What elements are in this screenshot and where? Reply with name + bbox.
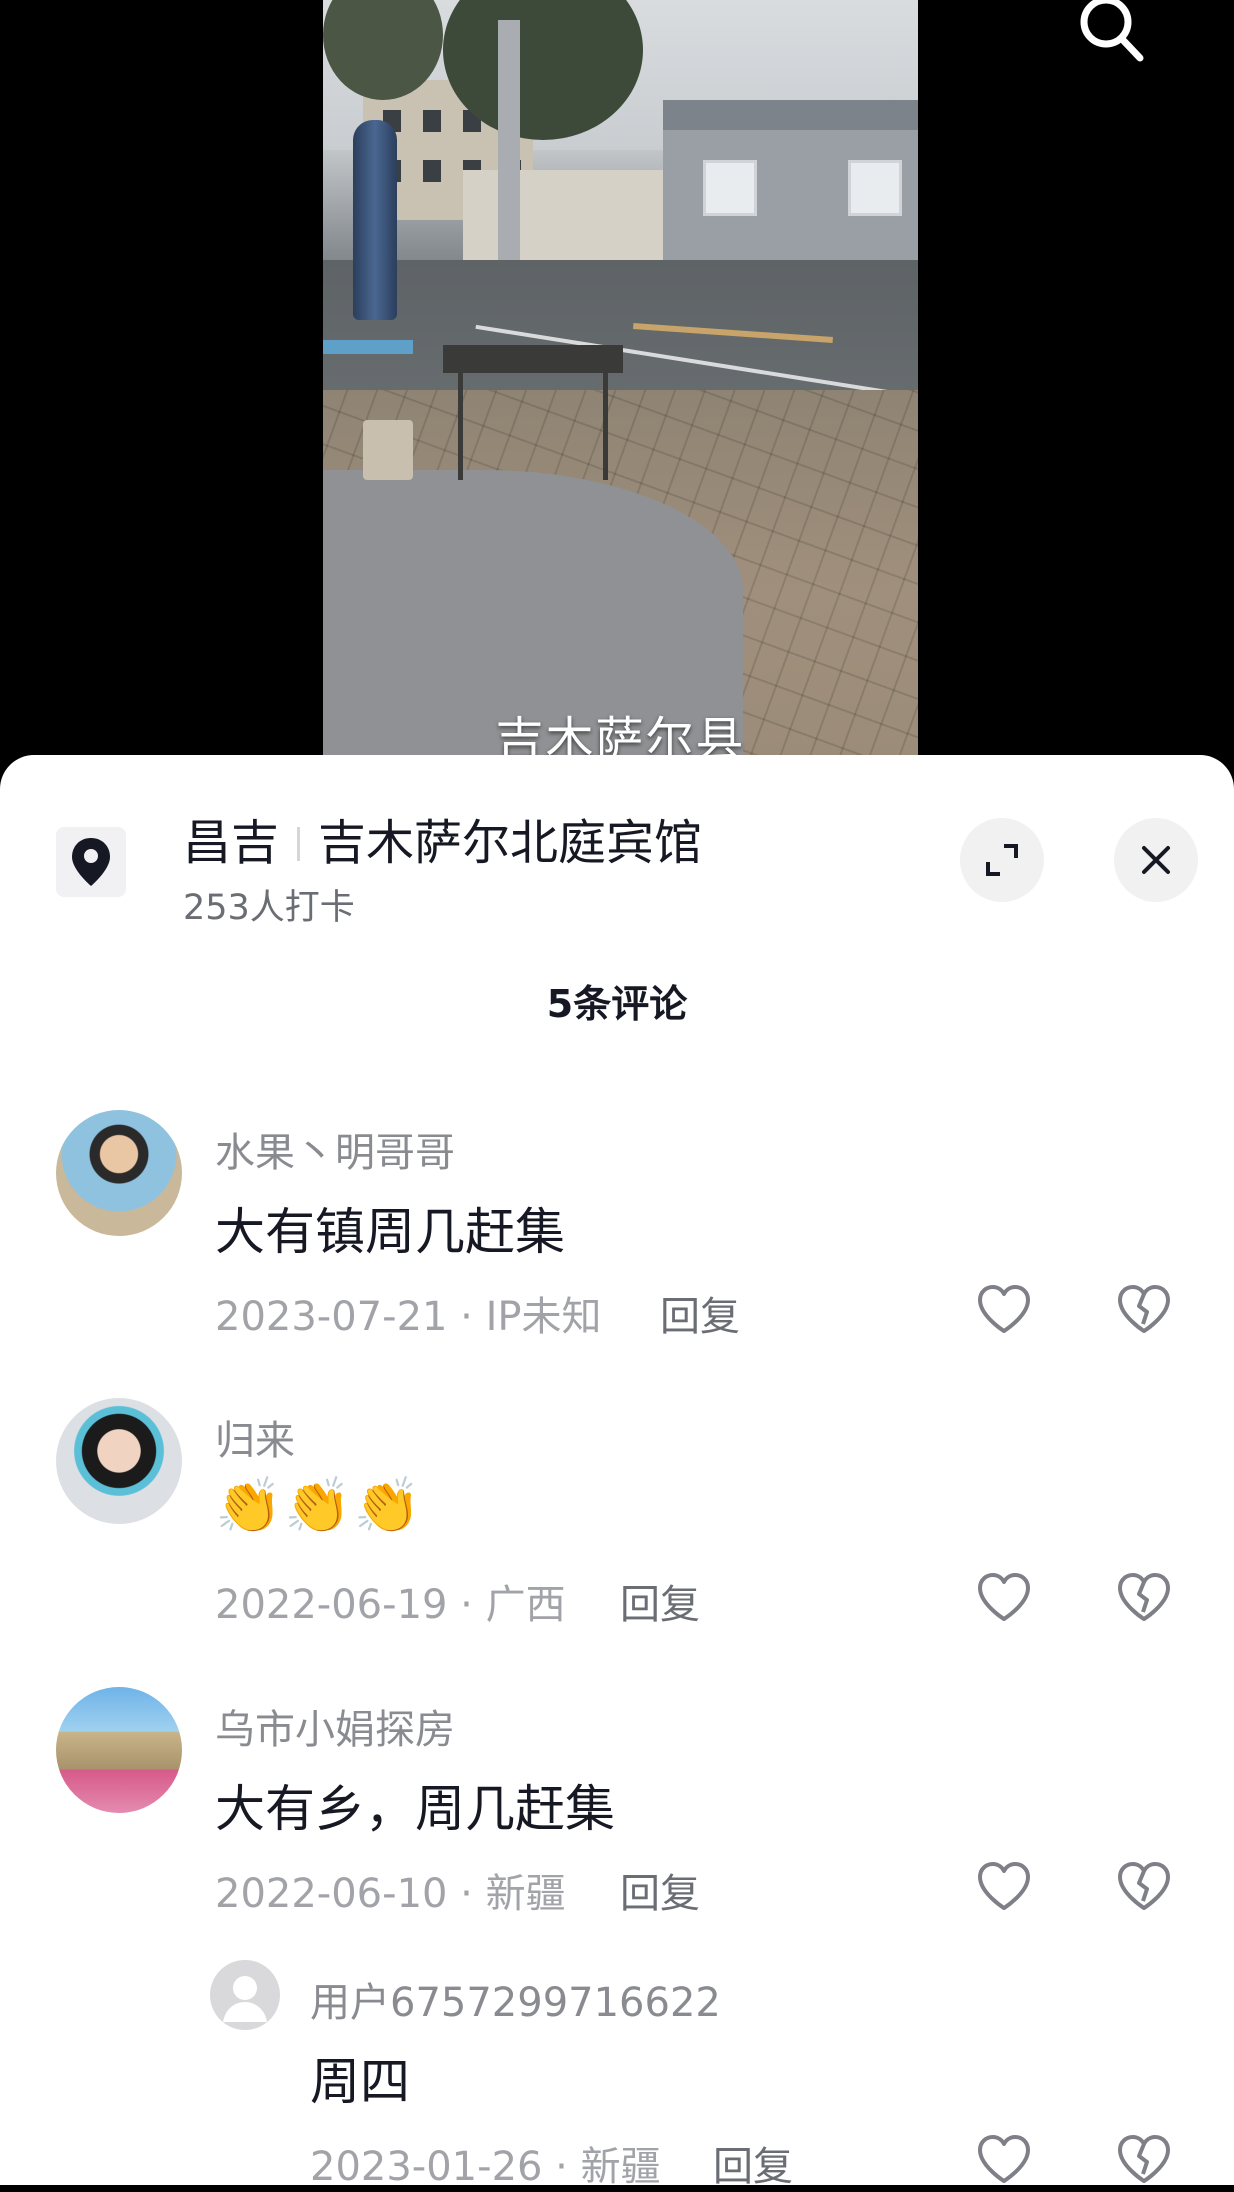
dislike-button[interactable] (1114, 1857, 1174, 1917)
close-button[interactable] (1114, 818, 1198, 902)
comment-item: 归来 👏👏👏 2022-06-19 · 广西 回复 (0, 1398, 1234, 1638)
video-table (323, 340, 413, 354)
comment-text: 👏👏👏 (215, 1474, 423, 1537)
poi-title-divider (297, 827, 301, 861)
meta-separator: · (447, 1294, 486, 1340)
avatar[interactable] (56, 1398, 182, 1524)
comment-text: 大有乡，周几赶集 (215, 1780, 615, 1838)
video-building-middle (463, 170, 673, 260)
like-button[interactable] (974, 2130, 1034, 2190)
heart-icon (978, 1862, 1030, 1910)
expand-button[interactable] (960, 818, 1044, 902)
search-button[interactable] (1070, 0, 1150, 70)
broken-heart-icon (1118, 1573, 1170, 1621)
reply-button[interactable]: 回复 (620, 1572, 700, 1630)
comment-username[interactable]: 乌市小娟探房 (215, 1697, 455, 1755)
meta-separator: · (542, 2144, 581, 2190)
poi-city: 昌吉 (183, 815, 280, 871)
like-button[interactable] (974, 1857, 1034, 1917)
video-building-right (663, 100, 918, 260)
comment-date: 2023-07-21 (215, 1294, 448, 1340)
comment-item: 水果丶明哥哥 大有镇周几赶集 2023-07-21 · IP未知 回复 (0, 1110, 1234, 1350)
avatar[interactable] (210, 1960, 280, 2030)
comment-location: 新疆 (485, 1871, 566, 1917)
default-user-icon (223, 1976, 267, 2022)
like-button[interactable] (974, 1568, 1034, 1628)
location-pin-button[interactable] (56, 827, 126, 897)
comment-date: 2022-06-19 (215, 1582, 448, 1628)
meta-separator: · (447, 1871, 486, 1917)
avatar[interactable] (56, 1110, 182, 1236)
dislike-button[interactable] (1114, 2130, 1174, 2190)
comment-meta: 2023-07-21 · IP未知 (215, 1284, 602, 1342)
heart-icon (978, 1573, 1030, 1621)
reply-username[interactable]: 用户6757299716622 (310, 1970, 721, 2028)
close-icon (1142, 846, 1170, 874)
poi-title[interactable]: 昌吉 吉木萨尔北庭宾馆 (183, 803, 702, 873)
comments-sheet: 昌吉 吉木萨尔北庭宾馆 253人打卡 5条评论 水果丶明哥哥 大有镇周几赶集 20… (0, 755, 1234, 2190)
avatar[interactable] (56, 1687, 182, 1813)
poi-name: 吉木萨尔北庭宾馆 (318, 815, 703, 871)
like-button[interactable] (974, 1280, 1034, 1340)
reply-meta: 2023-01-26 · 新疆 (310, 2134, 661, 2192)
video-pole (498, 20, 520, 260)
comment-meta: 2022-06-19 · 广西 (215, 1572, 566, 1630)
comment-text: 大有镇周几赶集 (215, 1203, 565, 1261)
reply-button[interactable]: 回复 (620, 1861, 700, 1919)
meta-separator: · (447, 1582, 486, 1628)
broken-heart-icon (1118, 1862, 1170, 1910)
reply-date: 2023-01-26 (310, 2144, 543, 2190)
video-umbrella (353, 120, 397, 320)
video-grill (443, 345, 623, 373)
broken-heart-icon (1118, 2135, 1170, 2183)
comment-date: 2022-06-10 (215, 1871, 448, 1917)
comment-item: 乌市小娟探房 大有乡，周几赶集 2022-06-10 · 新疆 回复 (0, 1687, 1234, 1927)
reply-text: 周四 (310, 2053, 410, 2111)
location-pin-icon (72, 838, 110, 886)
video-player[interactable]: 吉木萨尔县 (323, 0, 918, 790)
heart-icon (978, 2135, 1030, 2183)
comment-username[interactable]: 归来 (215, 1408, 295, 1466)
poi-checkin-count: 253人打卡 (183, 888, 355, 928)
reply-item: 用户6757299716622 周四 2023-01-26 · 新疆 回复 (0, 1960, 1234, 2190)
reply-location: 新疆 (580, 2144, 661, 2190)
dislike-button[interactable] (1114, 1280, 1174, 1340)
comment-meta: 2022-06-10 · 新疆 (215, 1861, 566, 1919)
video-grill-leg (603, 370, 608, 480)
video-grill-leg (458, 370, 463, 480)
search-icon (1080, 0, 1144, 62)
comment-location: 广西 (485, 1582, 566, 1628)
reply-button[interactable]: 回复 (660, 1284, 740, 1342)
reply-button[interactable]: 回复 (713, 2134, 793, 2192)
comment-username[interactable]: 水果丶明哥哥 (215, 1120, 455, 1178)
video-bucket (363, 420, 413, 480)
dislike-button[interactable] (1114, 1568, 1174, 1628)
heart-icon (978, 1285, 1030, 1333)
comment-location: IP未知 (485, 1294, 602, 1340)
expand-icon (986, 844, 1018, 876)
broken-heart-icon (1118, 1285, 1170, 1333)
comments-count: 5条评论 (546, 982, 688, 1026)
